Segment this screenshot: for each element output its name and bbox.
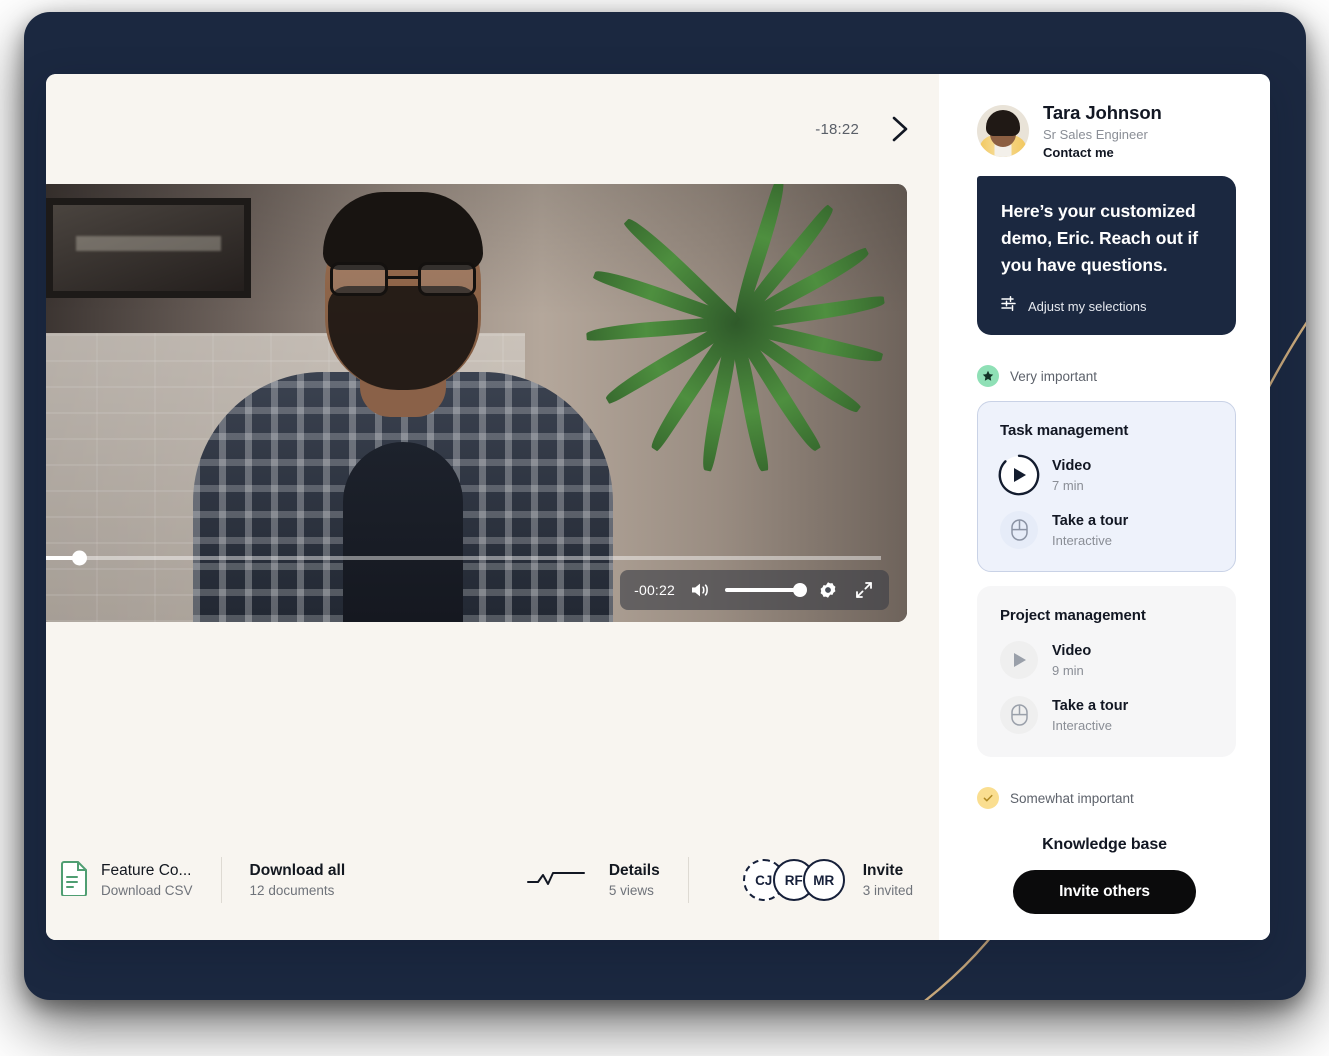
volume-slider-knob[interactable]: [793, 583, 807, 597]
screenshot-root: -18:22 -00:22 Feature Co... Download CSV…: [0, 0, 1329, 1056]
chevron-right-icon[interactable]: [883, 112, 917, 146]
sidebar-footer: Knowledge base Invite others: [939, 812, 1270, 940]
meta-divider-2: [687, 857, 689, 903]
topic-card-title: Task management: [1000, 422, 1129, 439]
meta-divider-1: [220, 857, 222, 903]
check-icon: [977, 787, 999, 809]
topic-item-video[interactable]: Video 9 min: [1000, 641, 1213, 679]
csv-file-subtitle: Download CSV: [101, 882, 193, 898]
sparkline-icon: [526, 868, 585, 893]
csv-file-title: Feature Co...: [101, 861, 192, 879]
topic-item-subtitle: Interactive: [1052, 532, 1112, 548]
video-pane: -18:22 -00:22 Feature Co... Download CSV…: [46, 74, 939, 940]
details-subtitle: 5 views: [608, 882, 654, 898]
device-frame: -18:22 -00:22 Feature Co... Download CSV…: [24, 12, 1306, 1000]
invite-subtitle: 3 invited: [862, 882, 913, 898]
group-label-text: Very important: [1010, 368, 1098, 384]
document-meta-bar: Feature Co... Download CSV Download all …: [46, 820, 939, 940]
play-icon[interactable]: [998, 454, 1040, 496]
video-current-time: -00:22: [634, 582, 675, 598]
group-label-somewhat-important: Somewhat important: [977, 787, 1236, 809]
avatar-group[interactable]: CJ RF MR: [742, 859, 845, 901]
video-time-remaining: -18:22: [815, 120, 859, 138]
sidebar-scroll-area[interactable]: Tara Johnson Sr Sales Engineer Contact m…: [939, 74, 1270, 940]
person-in-video: [193, 192, 613, 622]
video-progress-knob[interactable]: [72, 550, 87, 566]
video-player[interactable]: -00:22: [46, 184, 907, 622]
welcome-message-bubble: Here’s your customized demo, Eric. Reach…: [977, 176, 1236, 335]
topic-item-video[interactable]: Video 7 min: [998, 454, 1213, 496]
expand-icon[interactable]: [853, 579, 875, 601]
sliders-icon: [1001, 295, 1018, 317]
topic-item-subtitle: 7 min: [1052, 477, 1084, 493]
volume-icon[interactable]: [689, 579, 711, 601]
volume-slider[interactable]: [725, 583, 807, 597]
avatar: [977, 105, 1029, 157]
video-progress-bar[interactable]: [46, 550, 881, 566]
video-controls-bar: -00:22: [620, 570, 889, 610]
details-title: Details: [608, 861, 660, 879]
topic-item-title: Video: [1052, 642, 1092, 659]
topic-item-subtitle: 9 min: [1052, 662, 1084, 678]
topic-item-take-a-tour[interactable]: Take a tour Interactive: [1000, 511, 1213, 549]
download-all-item[interactable]: Download all 12 documents: [250, 861, 346, 900]
group-label-very-important: Very important: [977, 365, 1236, 387]
topic-card-title: Project management: [1000, 607, 1146, 624]
adjust-selections-button[interactable]: Adjust my selections: [1001, 295, 1212, 317]
invite-item[interactable]: Invite 3 invited: [863, 861, 913, 900]
sales-rep-name: Tara Johnson: [1043, 102, 1162, 123]
app-window: -18:22 -00:22 Feature Co... Download CSV…: [46, 74, 1270, 940]
star-icon: [977, 365, 999, 387]
gear-icon[interactable]: [817, 579, 839, 601]
sales-rep-role: Sr Sales Engineer: [1043, 127, 1148, 142]
avatar[interactable]: MR: [802, 859, 845, 901]
video-topbar: -18:22: [46, 74, 939, 184]
download-all-title: Download all: [249, 861, 346, 879]
details-item[interactable]: Details 5 views: [609, 861, 660, 900]
topic-item-title: Video: [1052, 457, 1092, 474]
topic-item-title: Take a tour: [1052, 697, 1129, 714]
adjust-selections-label: Adjust my selections: [1028, 298, 1147, 314]
topic-item-take-a-tour[interactable]: Take a tour Interactive: [1000, 696, 1213, 734]
csv-file-item[interactable]: Feature Co... Download CSV: [60, 860, 193, 901]
mouse-icon[interactable]: [1000, 696, 1038, 734]
csv-file-icon: [60, 860, 90, 901]
group-label-text: Somewhat important: [1010, 790, 1134, 806]
welcome-message-text: Here’s your customized demo, Eric. Reach…: [1001, 201, 1198, 275]
invite-others-button[interactable]: Invite others: [1013, 870, 1196, 914]
play-icon[interactable]: [1000, 641, 1038, 679]
sidebar-pane: Tara Johnson Sr Sales Engineer Contact m…: [939, 74, 1270, 940]
palm-plant: [585, 184, 897, 514]
mouse-icon[interactable]: [1000, 511, 1038, 549]
topic-card-project-management[interactable]: Project management Video 9 min Take a to…: [977, 586, 1236, 757]
download-all-subtitle: 12 documents: [249, 882, 335, 898]
knowledge-base-link[interactable]: Knowledge base: [1042, 836, 1167, 854]
invite-title: Invite: [862, 861, 904, 879]
sales-rep-row: Tara Johnson Sr Sales Engineer Contact m…: [977, 102, 1236, 160]
topic-item-title: Take a tour: [1052, 512, 1129, 529]
topic-item-subtitle: Interactive: [1052, 717, 1112, 733]
topic-card-task-management[interactable]: Task management Video 7 min Take a tour …: [977, 401, 1236, 572]
contact-me-link[interactable]: Contact me: [1043, 145, 1162, 160]
